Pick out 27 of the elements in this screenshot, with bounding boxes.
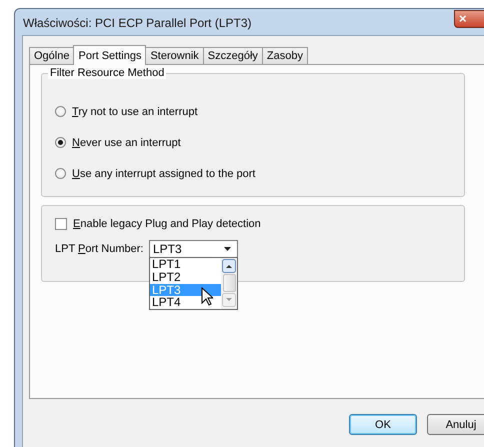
scroll-up-button[interactable]: [222, 259, 236, 273]
dropdown-option[interactable]: LPT1: [150, 258, 221, 271]
tab[interactable]: Zasoby: [262, 47, 308, 64]
dropdown-option[interactable]: LPT4: [150, 296, 221, 309]
pointer-icon: [201, 287, 213, 306]
scrollbar[interactable]: [221, 258, 237, 309]
port-dropdown[interactable]: LPT3: [149, 240, 238, 258]
radio-button[interactable]: [55, 137, 66, 148]
caret-icon: [224, 247, 231, 251]
radio-label[interactable]: Try not to use an interrupt: [72, 106, 198, 118]
radio-label[interactable]: Never use an interrupt: [72, 136, 181, 148]
group-title: Filter Resource Method: [48, 67, 166, 79]
dialog-button[interactable]: OK: [349, 414, 417, 435]
checkbox[interactable]: [55, 218, 67, 230]
tab[interactable]: Szczegóły: [202, 47, 263, 64]
dialog-button[interactable]: Anuluj: [427, 414, 484, 435]
checkbox-label[interactable]: Enable legacy Plug and Play detection: [73, 218, 261, 230]
radio-button[interactable]: [55, 106, 66, 117]
tab[interactable]: Port Settings: [73, 45, 146, 65]
scroll-down-button[interactable]: [222, 293, 236, 307]
tab[interactable]: Ogólne: [29, 47, 74, 64]
dropdown-option[interactable]: LPT2: [150, 270, 221, 284]
window-title: Właściwości: PCI ECP Parallel Port (LPT3): [22, 16, 252, 30]
radio-button[interactable]: [55, 168, 66, 179]
field-label: LPT Port Number:: [55, 242, 144, 257]
radio-label[interactable]: Use any interrupt assigned to the port: [72, 168, 256, 180]
tab[interactable]: Sterownik: [145, 47, 204, 64]
